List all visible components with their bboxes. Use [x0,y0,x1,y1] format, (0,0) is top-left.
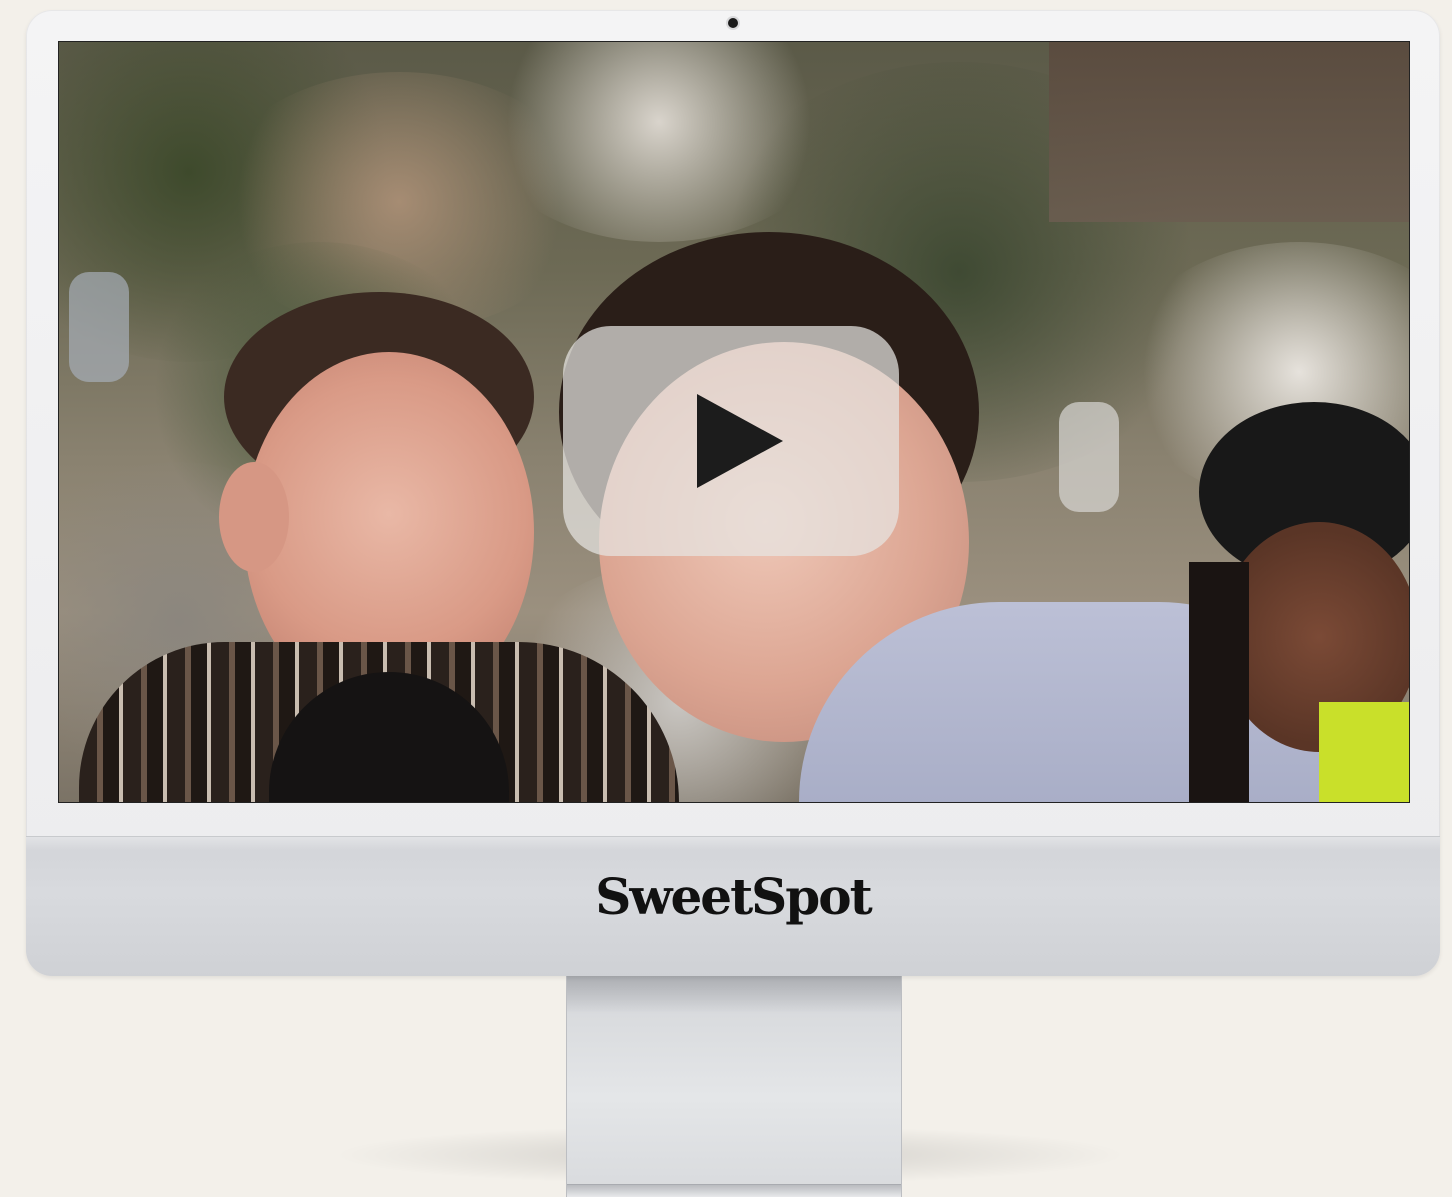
monitor-stand [566,975,902,1197]
page: SweetSpot [0,0,1452,1197]
play-icon [697,394,783,488]
monitor-frame: SweetSpot [26,10,1440,976]
monitor-chin: SweetSpot [26,836,1440,976]
camera-icon [728,18,738,28]
play-button[interactable] [563,326,899,556]
video-player[interactable] [58,41,1410,803]
brand-logo: SweetSpot [595,867,872,926]
stand-foot [567,1184,901,1197]
